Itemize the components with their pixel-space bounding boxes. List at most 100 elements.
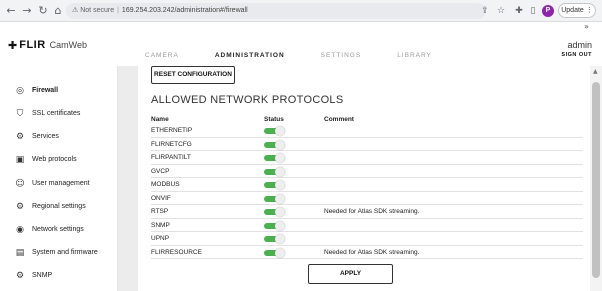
not-secure-label: Not secure: [80, 7, 115, 14]
protocol-row: ETHERNETIP: [151, 124, 583, 138]
column-header-name: Name: [151, 116, 169, 123]
sidebar-item-firewall[interactable]: ◎ Firewall: [0, 79, 117, 102]
sidebar-item-network-settings[interactable]: ◉ Network settings: [0, 218, 117, 241]
protocol-row: ONVIF: [151, 192, 583, 205]
sidebar-item-label: SSL certificates: [32, 110, 81, 117]
profile-avatar[interactable]: P: [542, 5, 554, 17]
column-header-comment: Comment: [324, 116, 354, 123]
sidebar-item-label: Firewall: [32, 87, 59, 94]
toggle-knob: [275, 220, 285, 231]
protocol-name: ONVIF: [151, 194, 171, 202]
protocol-toggle[interactable]: [264, 193, 285, 204]
regional-icon: ⚙: [15, 201, 25, 212]
sidebar: ◎ Firewall ⛉ SSL certificates ⚙ Services…: [0, 66, 118, 291]
scrollbar-thumb[interactable]: [592, 82, 600, 278]
protocol-toggle[interactable]: [264, 234, 285, 244]
menu-dots-icon: ⋮: [585, 7, 593, 14]
tab-settings[interactable]: SETTINGS: [321, 52, 362, 62]
star-icon[interactable]: ☆: [494, 3, 508, 19]
user-area: admin SIGN OUT: [561, 40, 592, 58]
protocol-toggle[interactable]: [264, 247, 285, 258]
sidebar-item-web-protocols[interactable]: ▣ Web protocols: [0, 148, 117, 171]
sidebar-item-label: Regional settings: [32, 203, 86, 210]
toggle-knob: [275, 234, 285, 244]
protocol-toggle[interactable]: [264, 139, 285, 150]
toggle-knob: [275, 166, 285, 177]
sidebar-item-label: User management: [32, 180, 90, 187]
protocol-name: GVCP: [151, 167, 170, 175]
address-bar[interactable]: ⚠ Not secure | 169.254.203.242/administrat…: [66, 3, 486, 19]
sidebar-item-label: System and firmware: [32, 249, 98, 256]
share-icon[interactable]: ⇪: [478, 3, 492, 19]
protocol-toggle[interactable]: [264, 153, 285, 163]
brand-name: FLIR: [19, 39, 46, 51]
shield-icon: ⛉: [16, 108, 24, 119]
app-header: ✚ FLIR CamWeb CAMERA ADMINISTRATION SETT…: [0, 30, 602, 66]
toggle-knob: [275, 139, 285, 150]
protocol-row: UPNP: [151, 232, 583, 246]
extensions-icon[interactable]: ✚: [512, 3, 526, 19]
column-header-status: Status: [264, 116, 284, 123]
sidebar-item-ssl-certificates[interactable]: ⛉ SSL certificates: [0, 102, 117, 125]
protocol-name: MODBUS: [151, 181, 180, 188]
scroll-up-icon[interactable]: ▲: [593, 68, 598, 75]
system-icon: ▤: [15, 247, 25, 258]
back-arrow-icon[interactable]: ←: [4, 3, 18, 19]
protocol-name: FLIRRESOURCE: [151, 248, 202, 256]
update-button[interactable]: Update ⋮: [558, 3, 596, 18]
sidebar-item-regional-settings[interactable]: ⚙ Regional settings: [0, 195, 117, 218]
protocol-row: MODBUS: [151, 178, 583, 192]
section-title: ALLOWED NETWORK PROTOCOLS: [151, 94, 344, 106]
apply-button[interactable]: APPLY: [308, 264, 393, 284]
network-icon: ◉: [16, 224, 24, 235]
protocol-row: RTSP Needed for Atlas SDK streaming.: [151, 205, 583, 219]
protocol-toggle[interactable]: [264, 220, 285, 231]
flir-logo-icon: ✚: [8, 38, 18, 52]
protocol-name: RTSP: [151, 208, 169, 215]
protocol-row: FLIRNETCFG: [151, 138, 583, 151]
home-icon[interactable]: ⌂: [51, 3, 65, 19]
browser-toolbar: ← → ↻ ⌂ ⚠ Not secure | 169.254.203.242/adm…: [0, 0, 602, 22]
gears-icon: ⚙: [15, 131, 25, 142]
toggle-knob: [275, 207, 285, 217]
user-icon: ☺: [15, 178, 25, 189]
protocol-comment: Needed for Atlas SDK streaming.: [324, 248, 420, 256]
tab-library[interactable]: LIBRARY: [397, 52, 432, 62]
sidebar-item-services[interactable]: ⚙ Services: [0, 125, 117, 148]
sidebar-item-label: Network settings: [32, 226, 84, 233]
sidebar-item-label: Web protocols: [32, 156, 77, 163]
sidebar-item-snmp[interactable]: ⚙ SNMP: [0, 264, 117, 287]
content-gutter: [118, 66, 138, 291]
reload-icon[interactable]: ↻: [36, 3, 50, 19]
sidebar-item-label: SNMP: [32, 272, 53, 279]
product-name: CamWeb: [49, 40, 88, 50]
url-host: 169.254.203.242: [121, 7, 175, 14]
page-scrollbar[interactable]: ▲: [590, 66, 602, 291]
sidepanel-icon[interactable]: ▯: [526, 3, 540, 19]
protocol-toggle[interactable]: [264, 126, 285, 136]
sidebar-item-system-and-firmware[interactable]: ▤ System and firmware: [0, 241, 117, 264]
toggle-knob: [275, 180, 285, 190]
toggle-knob: [275, 193, 285, 204]
protocol-toggle[interactable]: [264, 207, 285, 217]
protocol-toggle[interactable]: [264, 166, 285, 177]
protocol-row: FLIRPANTILT: [151, 151, 583, 165]
sidebar-item-user-management[interactable]: ☺ User management: [0, 172, 117, 195]
url-separator: |: [117, 7, 119, 14]
protocol-comment: Needed for Atlas SDK streaming.: [324, 208, 420, 215]
tab-administration[interactable]: ADMINISTRATION: [215, 52, 285, 62]
forward-arrow-icon[interactable]: →: [20, 3, 34, 19]
sign-out-link[interactable]: SIGN OUT: [561, 52, 592, 58]
protocol-row: FLIRRESOURCE Needed for Atlas SDK stream…: [151, 246, 583, 259]
protocol-name: FLIRNETCFG: [151, 140, 192, 148]
reset-configuration-button[interactable]: RESET CONFIGURATION: [151, 66, 235, 84]
toggle-knob: [275, 247, 285, 258]
tab-camera[interactable]: CAMERA: [145, 52, 179, 62]
main-tabs: CAMERA ADMINISTRATION SETTINGS LIBRARY: [145, 52, 468, 62]
flir-logo[interactable]: ✚ FLIR CamWeb: [8, 38, 87, 52]
username: admin: [567, 40, 592, 50]
protocol-toggle[interactable]: [264, 180, 285, 190]
snmp-icon: ⚙: [15, 270, 25, 281]
protocol-name: SNMP: [151, 221, 170, 229]
toggle-knob: [275, 126, 285, 136]
